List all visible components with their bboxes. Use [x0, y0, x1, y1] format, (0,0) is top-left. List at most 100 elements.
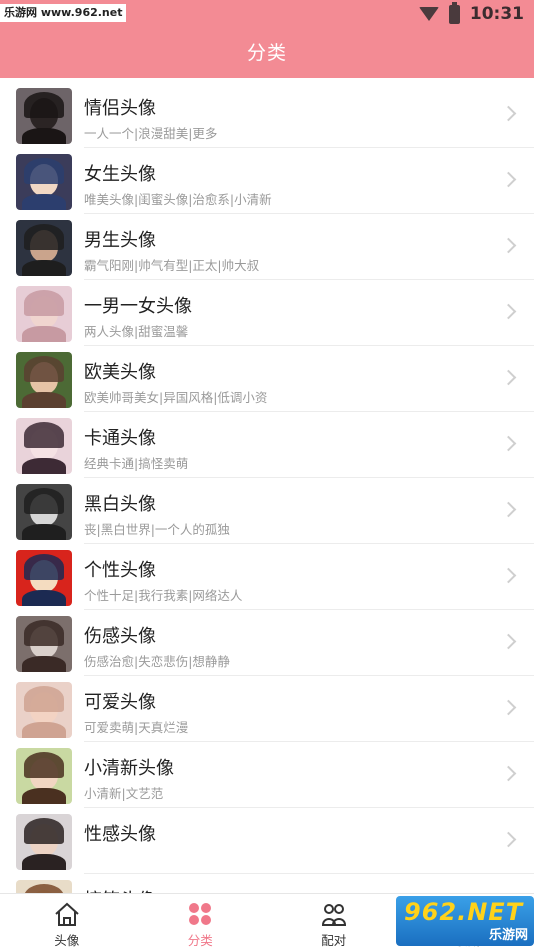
category-desc: 霸气阳刚|帅气有型|正太|帅大叔 — [84, 258, 260, 273]
thumbnail-body — [22, 194, 66, 210]
category-desc: 可爱卖萌|天真烂漫 — [84, 720, 189, 735]
category-thumbnail — [16, 484, 72, 540]
category-desc: 丧|黑白世界|一个人的孤独 — [84, 522, 230, 537]
thumbnail-hair — [24, 488, 64, 514]
category-name: 女生头像 — [84, 164, 156, 185]
category-row[interactable]: 欧美头像欧美帅哥美女|异国风格|低调小资 — [0, 346, 534, 412]
thumbnail-hair — [24, 356, 64, 382]
category-thumbnail — [16, 286, 72, 342]
thumbnail-body — [22, 722, 66, 738]
category-name: 搞笑头像 — [84, 886, 156, 893]
chevron-right-icon — [500, 831, 517, 848]
category-name: 小清新头像 — [84, 758, 174, 779]
thumbnail-hair — [24, 290, 64, 316]
tab-label: 头像 — [54, 933, 80, 948]
chevron-right-icon — [500, 105, 517, 122]
category-name: 欧美头像 — [84, 362, 156, 383]
category-row[interactable]: 一男一女头像两人头像|甜蜜温馨 — [0, 280, 534, 346]
category-desc: 小清新|文艺范 — [84, 786, 164, 801]
category-name: 卡通头像 — [84, 428, 156, 449]
thumbnail-hair — [24, 620, 64, 646]
category-thumbnail — [16, 550, 72, 606]
category-list[interactable]: 情侣头像 一人一个|浪漫甜美|更多女生头像唯美头像|闺蜜头像|治愈系|小清新男生头… — [0, 82, 534, 893]
category-thumbnail — [16, 220, 72, 276]
category-row[interactable]: 可爱头像可爱卖萌|天真烂漫 — [0, 676, 534, 742]
site-watermark: 乐游网 www.962.net — [0, 4, 127, 22]
thumbnail-body — [22, 590, 66, 606]
thumbnail-hair — [24, 686, 64, 712]
category-desc: 伤感治愈|失恋悲伤|想静静 — [84, 654, 230, 669]
chevron-right-icon — [500, 171, 517, 188]
watermark-site-name: 乐游网 — [488, 928, 528, 943]
category-name: 一男一女头像 — [84, 296, 192, 317]
thumbnail-body — [22, 854, 66, 870]
thumbnail-hair — [24, 422, 64, 448]
tab-pair[interactable]: 配对 — [267, 894, 401, 949]
category-row[interactable]: 伤感头像 伤感治愈|失恋悲伤|想静静 — [0, 610, 534, 676]
category-desc: 唯美头像|闺蜜头像|治愈系|小清新 — [84, 192, 272, 207]
category-thumbnail — [16, 616, 72, 672]
watermark-logo-text: 962.NET — [404, 898, 524, 926]
header-bar: 分类 — [0, 28, 534, 78]
thumbnail-body — [22, 656, 66, 672]
couple-icon — [321, 904, 346, 926]
tab-label: 配对 — [321, 933, 347, 948]
category-name: 个性头像 — [84, 560, 156, 581]
category-thumbnail — [16, 418, 72, 474]
category-name: 可爱头像 — [84, 692, 156, 713]
tab-label: 分类 — [187, 933, 213, 948]
chevron-right-icon — [500, 237, 517, 254]
category-desc: 经典卡通|搞怪卖萌 — [84, 456, 189, 471]
thumbnail-body — [22, 128, 66, 144]
tab-category[interactable]: 分类 — [134, 894, 268, 949]
tab-avatar[interactable]: 头像 — [0, 894, 134, 949]
category-row[interactable]: 小清新头像小清新|文艺范 — [0, 742, 534, 808]
status-time: 10:31 — [469, 4, 524, 24]
chevron-right-icon — [500, 435, 517, 452]
thumbnail-hair — [24, 224, 64, 250]
category-row[interactable]: 卡通头像经典卡通|搞怪卖萌 — [0, 412, 534, 478]
thumbnail-hair — [24, 884, 64, 893]
category-row[interactable]: 女生头像唯美头像|闺蜜头像|治愈系|小清新 — [0, 148, 534, 214]
site-watermark-badge: 962.NET 乐游网 — [396, 896, 534, 946]
status-icons: 10:31 — [418, 1, 524, 25]
thumbnail-hair — [24, 554, 64, 580]
battery-icon — [448, 1, 460, 24]
category-name: 男生头像 — [84, 230, 156, 251]
chevron-right-icon — [500, 369, 517, 386]
category-desc: 两人头像|甜蜜温馨 — [84, 324, 189, 339]
category-row[interactable]: 性感头像 — [0, 808, 534, 874]
status-bar: 乐游网 www.962.net 10:31 — [0, 0, 534, 28]
category-thumbnail — [16, 682, 72, 738]
thumbnail-hair — [24, 752, 64, 778]
chevron-right-icon — [500, 699, 517, 716]
category-thumbnail — [16, 352, 72, 408]
category-row[interactable]: 个性头像 个性十足|我行我素|网络达人 — [0, 544, 534, 610]
wifi-icon — [418, 7, 439, 21]
thumbnail-body — [22, 392, 66, 408]
chevron-right-icon — [500, 501, 517, 518]
category-row[interactable]: 搞笑头像 — [0, 874, 534, 893]
flower-icon — [189, 903, 212, 925]
category-row[interactable]: 男生头像霸气阳刚|帅气有型|正太|帅大叔 — [0, 214, 534, 280]
thumbnail-body — [22, 458, 66, 474]
page-title: 分类 — [246, 42, 287, 64]
category-desc: 欧美帅哥美女|异国风格|低调小资 — [84, 390, 268, 405]
chevron-right-icon — [500, 633, 517, 650]
category-thumbnail — [16, 748, 72, 804]
thumbnail-body — [22, 260, 66, 276]
category-thumbnail — [16, 814, 72, 870]
category-thumbnail — [16, 154, 72, 210]
thumbnail-hair — [24, 818, 64, 844]
thumbnail-body — [22, 326, 66, 342]
category-name: 情侣头像 — [84, 98, 156, 119]
chevron-right-icon — [500, 567, 517, 584]
chevron-right-icon — [500, 765, 517, 782]
thumbnail-body — [22, 524, 66, 540]
category-name: 性感头像 — [84, 824, 156, 845]
thumbnail-hair — [24, 92, 64, 118]
thumbnail-body — [22, 788, 66, 804]
category-row[interactable]: 黑白头像 丧|黑白世界|一个人的孤独 — [0, 478, 534, 544]
category-row[interactable]: 情侣头像 一人一个|浪漫甜美|更多 — [0, 82, 534, 148]
category-thumbnail — [16, 88, 72, 144]
